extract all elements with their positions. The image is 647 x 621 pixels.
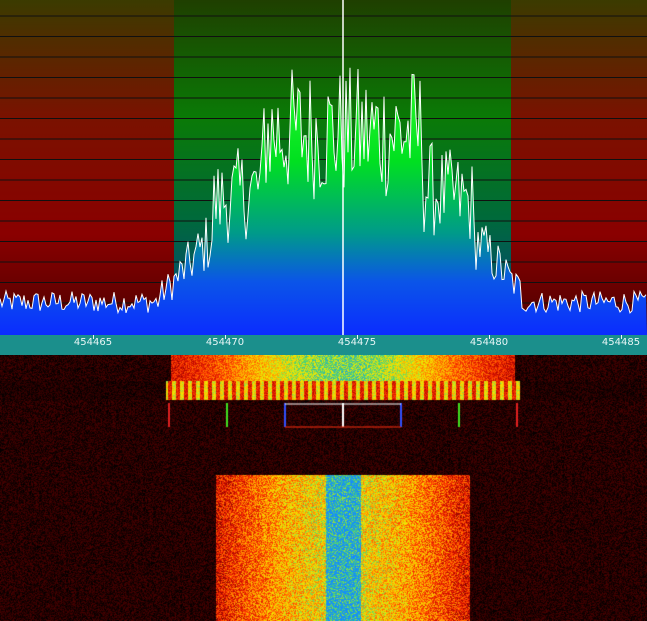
spectrum-background-right <box>511 0 647 335</box>
freq-label-1: 454465 <box>73 337 113 348</box>
frequency-axis[interactable]: 454465 454470 454475 454480 454485 <box>0 335 647 355</box>
freq-label-4: 454480 <box>469 337 509 348</box>
freq-label-5: 454485 <box>601 337 641 348</box>
spectrum-background-left <box>0 0 174 335</box>
freq-label-2: 454470 <box>205 337 245 348</box>
freq-label-3: 454475 <box>337 337 377 348</box>
waterfall-display[interactable] <box>0 355 647 621</box>
spectrum-display[interactable] <box>0 0 647 335</box>
